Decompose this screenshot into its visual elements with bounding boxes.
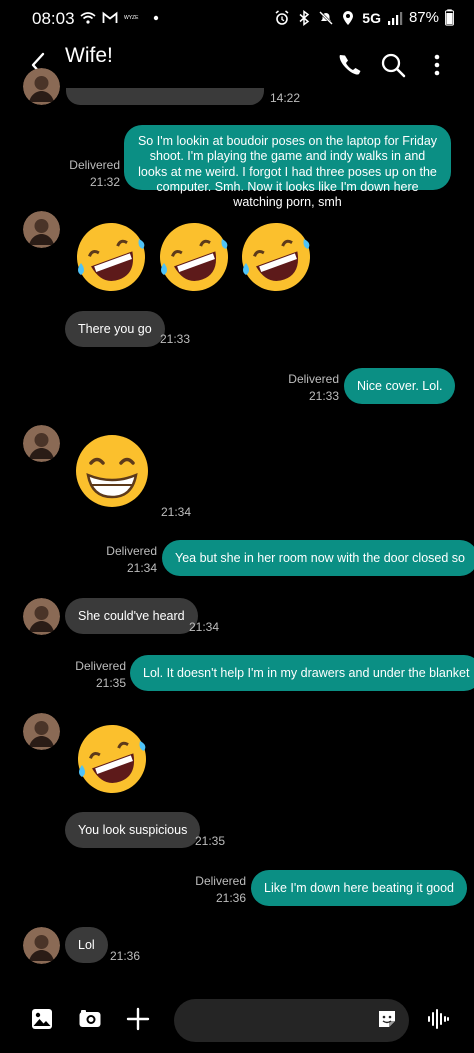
message-bubble-incoming[interactable]: She could've heard	[65, 598, 198, 634]
message-meta: Delivered 21:36	[180, 873, 246, 907]
phone-icon[interactable]	[334, 50, 364, 80]
bluetooth-icon	[299, 9, 310, 26]
message-time: 21:34	[189, 620, 220, 634]
alarm-icon	[275, 9, 289, 25]
plus-icon[interactable]	[126, 1007, 150, 1031]
message-meta: Delivered 21:34	[90, 543, 157, 577]
delivery-status: Delivered	[195, 874, 246, 888]
status-bar: 08:03 WYZE 5G 87%	[0, 0, 474, 38]
message-bubble-incoming[interactable]: There you go	[65, 311, 165, 347]
search-icon[interactable]	[378, 50, 408, 80]
message-time: 21:35	[95, 676, 126, 690]
message-input[interactable]	[174, 999, 409, 1042]
message-meta: Delivered 21:33	[270, 371, 339, 405]
message-time: 14:22	[270, 91, 301, 105]
signal-icon	[387, 11, 403, 25]
contact-name[interactable]: Wife!	[65, 44, 113, 68]
avatar[interactable]	[23, 68, 60, 105]
message-bubble-incoming[interactable]: You look suspicious	[65, 812, 201, 848]
dot-icon	[154, 15, 159, 21]
message-time: 21:33	[308, 389, 339, 403]
battery-icon	[445, 9, 454, 26]
rolling-on-floor-laughing-icon[interactable]	[73, 219, 149, 295]
avatar[interactable]	[23, 927, 60, 964]
gmail-icon	[102, 11, 118, 23]
composer-bar	[0, 995, 474, 1053]
delivery-status: Delivered	[106, 544, 157, 558]
battery-label: 87%	[408, 9, 439, 26]
camera-icon[interactable]	[78, 1007, 102, 1031]
avatar[interactable]	[23, 425, 60, 462]
rolling-on-floor-laughing-icon[interactable]	[238, 219, 314, 295]
message-bubble-incoming[interactable]: Lol	[65, 927, 108, 963]
message-bubble-incoming-partial[interactable]	[66, 88, 264, 105]
voice-icon[interactable]	[426, 1007, 450, 1031]
message-bubble-outgoing[interactable]: Like I'm down here beating it good	[251, 870, 468, 906]
conversation-header: Wife!	[0, 38, 474, 94]
avatar[interactable]	[23, 598, 60, 635]
message-meta: Delivered 21:32	[54, 157, 120, 191]
delivery-status: Delivered	[75, 659, 126, 673]
message-time: 21:34	[126, 561, 157, 575]
message-time: 21:34	[161, 505, 192, 519]
beaming-face-icon[interactable]	[74, 433, 150, 509]
location-icon	[343, 10, 354, 25]
message-time: 21:33	[160, 332, 191, 346]
message-meta: Delivered 21:35	[60, 658, 126, 692]
status-time: 08:03	[32, 9, 75, 28]
wyze-icon: WYZE	[124, 15, 139, 21]
rolling-on-floor-laughing-icon[interactable]	[74, 721, 150, 797]
message-bubble-outgoing[interactable]: Yea but she in her room now with the doo…	[162, 540, 474, 576]
message-time: 21:36	[215, 891, 246, 905]
network-label: 5G	[362, 9, 381, 26]
sticker-icon[interactable]	[376, 1008, 398, 1030]
message-bubble-outgoing[interactable]: Nice cover. Lol.	[344, 368, 456, 404]
message-time: 21:35	[195, 834, 226, 848]
delivery-status: Delivered	[69, 158, 120, 172]
rolling-on-floor-laughing-icon[interactable]	[156, 219, 232, 295]
status-right-icons: 5G 87%	[274, 9, 454, 26]
wifi-calling-icon	[80, 12, 96, 24]
more-icon[interactable]	[422, 50, 452, 80]
gallery-icon[interactable]	[30, 1007, 54, 1031]
message-bubble-outgoing[interactable]: So I'm lookin at boudoir poses on the la…	[124, 125, 451, 209]
delivery-status: Delivered	[288, 372, 339, 386]
mute-icon	[319, 10, 334, 25]
avatar[interactable]	[23, 713, 60, 750]
message-time: 21:36	[110, 949, 141, 963]
status-left-icons: WYZE	[80, 10, 160, 26]
message-bubble-outgoing[interactable]: Lol. It doesn't help I'm in my drawers a…	[130, 655, 474, 691]
avatar[interactable]	[23, 211, 60, 248]
message-time: 21:32	[89, 175, 120, 189]
